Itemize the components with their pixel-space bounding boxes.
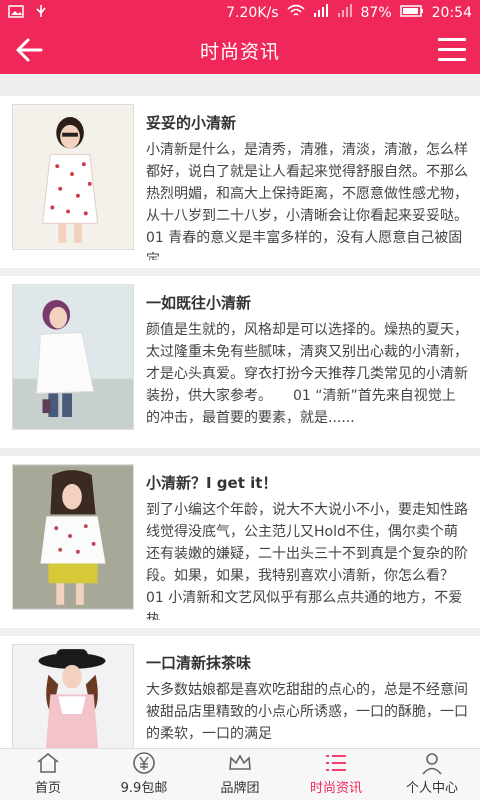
signal-icon (313, 4, 329, 22)
article-thumbnail (12, 464, 134, 610)
list-icon (326, 755, 346, 771)
battery-percent: 87% (360, 5, 392, 21)
nav-label: 首页 (34, 781, 61, 796)
article-thumbnail (12, 644, 134, 748)
page-title: 时尚资讯 (199, 40, 280, 63)
article-excerpt: 大多数姑娘都是喜欢吃甜甜的点心的，总是不经意间被甜品店里精致的小点心所诱惑，一口… (146, 682, 468, 742)
nav-item-home[interactable]: 首页 (0, 749, 96, 800)
article-thumbnail (12, 284, 134, 430)
user-icon (422, 753, 442, 775)
nav-item-baoyou[interactable]: 9.9包邮 (96, 749, 192, 800)
crown-icon (229, 754, 251, 770)
hamburger-icon-bar (438, 38, 466, 41)
nav-label: 品牌团 (220, 781, 260, 796)
article-title[interactable]: 妥妥的小清新 (146, 112, 468, 133)
back-arrow-icon (16, 38, 43, 62)
article-card[interactable]: 一口清新抹茶味 大多数姑娘都是喜欢吃甜甜的点心的，总是不经意间被甜品店里精致的小… (0, 636, 480, 748)
signal-icon-2 (337, 4, 353, 22)
image-icon (8, 4, 24, 22)
nav-label: 时尚资讯 (309, 781, 362, 796)
bottom-nav: 首页 9.9包邮 品牌团 时尚资讯 个人中心 (0, 748, 480, 800)
article-list[interactable]: 妥妥的小清新 小清新是什么，是清秀，清雅，清淡，清澈，怎么样都好，说白了就是让人… (0, 96, 480, 748)
nav-label: 9.9包邮 (120, 781, 168, 796)
article-thumbnail (12, 104, 134, 250)
net-speed: 7.20K/s (226, 5, 279, 21)
article-card[interactable]: 小清新？I get it！ 到了小编这个年龄，说大不大说小不小，要走知性路线觉得… (0, 456, 480, 628)
hamburger-icon-bar (438, 58, 466, 61)
nav-item-fashion[interactable]: 时尚资讯 (288, 749, 384, 800)
usb-icon (34, 4, 48, 22)
app-bar: 时尚资讯 (0, 26, 480, 74)
article-card[interactable]: 妥妥的小清新 小清新是什么，是清秀，清雅，清淡，清澈，怎么样都好，说白了就是让人… (0, 96, 480, 268)
nav-item-profile[interactable]: 个人中心 (384, 749, 480, 800)
battery-icon (399, 5, 424, 21)
yen-icon (133, 752, 155, 774)
article-title[interactable]: 一如既往小清新 (146, 292, 468, 313)
article-excerpt: 到了小编这个年龄，说大不大说小不小，要走知性路线觉得没底气，公主范儿又Hold不… (146, 502, 468, 620)
article-excerpt: 颜值是生就的，风格却是可以选择的。燥热的夏天，太过隆重未免有些腻味，清爽又别出心… (146, 322, 468, 426)
status-bar: 7.20K/s 87% 20:54 (0, 0, 480, 26)
nav-item-brand[interactable]: 品牌团 (192, 749, 288, 800)
back-button[interactable] (14, 36, 44, 64)
hamburger-icon-bar (438, 48, 466, 51)
article-title[interactable]: 小清新？I get it！ (146, 472, 468, 493)
menu-button[interactable] (438, 38, 466, 62)
article-title[interactable]: 一口清新抹茶味 (146, 652, 468, 673)
clock: 20:54 (431, 5, 472, 21)
article-card[interactable]: 一如既往小清新 颜值是生就的，风格却是可以选择的。燥热的夏天，太过隆重未免有些腻… (0, 276, 480, 448)
home-icon (37, 752, 59, 773)
wifi-icon (286, 4, 305, 22)
article-excerpt: 小清新是什么，是清秀，清雅，清淡，清澈，怎么样都好，说白了就是让人看起来觉得舒服… (146, 142, 468, 260)
nav-label: 个人中心 (405, 781, 458, 796)
